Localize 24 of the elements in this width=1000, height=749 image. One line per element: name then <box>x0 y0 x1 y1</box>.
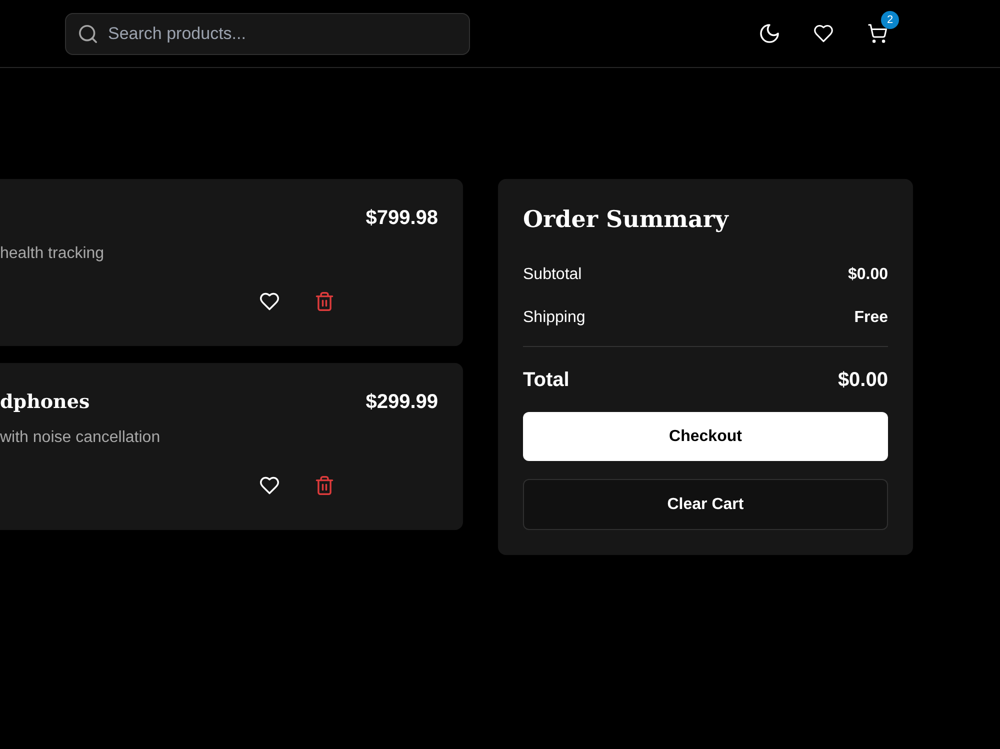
summary-value: $0.00 <box>848 265 888 285</box>
summary-label: Subtotal <box>523 265 582 285</box>
moon-icon <box>760 24 778 43</box>
heart-icon <box>260 292 278 310</box>
trash-icon <box>314 292 334 310</box>
checkout-button[interactable]: Checkout <box>523 412 888 461</box>
heart-icon <box>814 24 832 43</box>
product-description: with noise cancellation <box>0 428 160 448</box>
product-title: dphones <box>0 390 90 415</box>
cart-icon <box>868 24 886 43</box>
summary-title: Order Summary <box>523 205 728 235</box>
summary-value: Free <box>854 308 888 328</box>
summary-label: Shipping <box>523 308 586 328</box>
heart-icon <box>260 476 278 494</box>
search-icon <box>79 24 97 42</box>
trash-icon <box>314 476 334 494</box>
clear-cart-button[interactable]: Clear Cart <box>523 479 888 530</box>
total-value: $0.00 <box>838 368 888 393</box>
product-description: health tracking <box>0 244 104 264</box>
product-price: $299.99 <box>366 390 438 415</box>
product-price: $799.98 <box>366 206 438 231</box>
search-field[interactable]: Search products... <box>65 12 470 54</box>
total-label: Total <box>523 368 570 393</box>
cart-count-badge: 2 <box>881 10 899 28</box>
